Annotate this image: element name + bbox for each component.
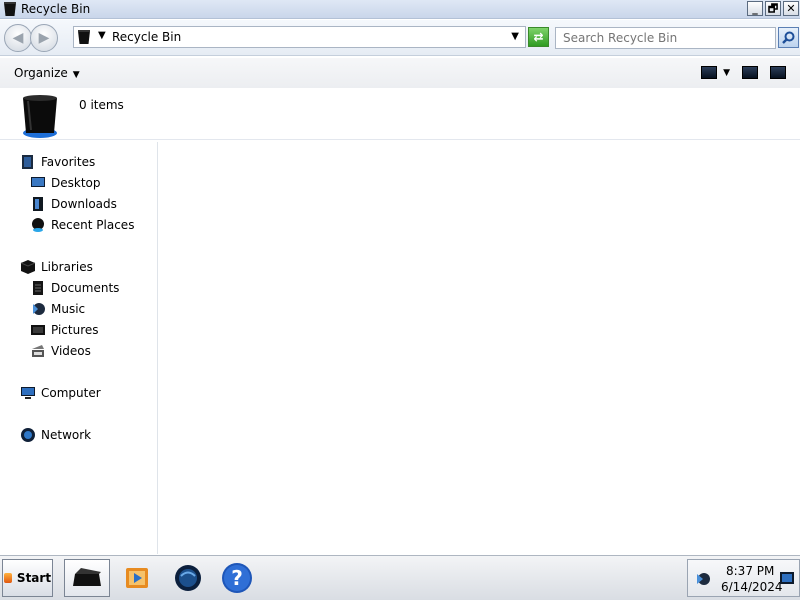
computer-icon: [21, 387, 35, 399]
nav-label: Music: [51, 302, 86, 316]
globe-icon: [175, 565, 201, 591]
view-controls: ▼: [701, 66, 786, 79]
breadcrumb-location[interactable]: Recycle Bin: [112, 30, 181, 44]
nav-item-computer[interactable]: Computer: [20, 383, 101, 403]
item-count: 0 items: [79, 98, 124, 112]
desktop-icon: [31, 177, 45, 187]
window-controls: _ 🗗 ✕: [747, 1, 799, 16]
recent-places-icon: [32, 218, 44, 232]
documents-icon: [33, 281, 43, 295]
minimize-button[interactable]: _: [747, 1, 763, 16]
magnifier-icon: [782, 31, 795, 44]
organize-caret-icon: ▼: [72, 70, 80, 80]
change-view-icon[interactable]: [701, 66, 718, 79]
downloads-icon: [33, 197, 43, 211]
start-button[interactable]: Start: [2, 559, 53, 597]
preview-pane-icon[interactable]: [742, 66, 758, 79]
close-button[interactable]: ✕: [783, 1, 799, 16]
clock-date[interactable]: 6/14/2024: [721, 580, 783, 594]
videos-icon: [32, 345, 44, 357]
nav-label: Network: [41, 428, 92, 442]
command-bar: Organize ▼ ▼: [0, 58, 800, 88]
svg-text:?: ?: [231, 566, 243, 590]
forward-button[interactable]: ▶: [30, 24, 58, 52]
nav-item-libraries[interactable]: Libraries: [20, 257, 93, 277]
address-bar[interactable]: ▼ Recycle Bin ▼: [73, 26, 526, 48]
nav-item-network[interactable]: Network: [20, 425, 91, 445]
address-dropdown-icon[interactable]: ▼: [511, 31, 519, 42]
taskbar: Start ? 8:37 PM 6/14/2024: [0, 555, 800, 600]
libraries-icon: [20, 260, 36, 274]
search-box[interactable]: [555, 27, 776, 49]
maximize-button[interactable]: 🗗: [765, 1, 781, 16]
forward-arrow-icon: ▶: [38, 30, 50, 46]
view-options-caret-icon[interactable]: ▼: [723, 68, 730, 78]
nav-item-favorites[interactable]: Favorites: [20, 152, 95, 172]
nav-label: Favorites: [41, 155, 96, 169]
recycle-bin-icon: [4, 2, 16, 16]
volume-icon[interactable]: [695, 571, 711, 587]
search-input[interactable]: [556, 28, 775, 48]
nav-label: Computer: [41, 386, 101, 400]
recycle-bin-icon: [73, 568, 101, 586]
taskbar-help-button[interactable]: ?: [214, 559, 260, 597]
taskbar-explorer-button[interactable]: [64, 559, 110, 597]
taskbar-browser-button[interactable]: [165, 559, 211, 597]
nav-label: Recent Places: [51, 218, 135, 232]
nav-label: Videos: [51, 344, 91, 358]
nav-item-recent-places[interactable]: Recent Places: [30, 215, 134, 235]
nav-label: Documents: [51, 281, 120, 295]
clock-time[interactable]: 8:37 PM: [726, 564, 774, 578]
organize-menu[interactable]: Organize ▼: [14, 66, 80, 80]
nav-label: Libraries: [41, 260, 93, 274]
music-icon: [33, 303, 45, 315]
refresh-button[interactable]: ⇄: [528, 27, 549, 47]
details-header: 0 items: [0, 88, 800, 140]
nav-label: Pictures: [51, 323, 99, 337]
show-desktop-icon[interactable]: [780, 572, 794, 584]
nav-item-music[interactable]: Music: [30, 299, 85, 319]
help-icon: ?: [222, 563, 252, 593]
back-arrow-icon: ◀: [12, 30, 24, 46]
recycle-bin-large-icon: [23, 95, 57, 138]
back-button[interactable]: ◀: [4, 24, 32, 52]
start-flag-icon: [3, 573, 12, 583]
nav-item-pictures[interactable]: Pictures: [30, 320, 99, 340]
search-button[interactable]: [778, 27, 799, 48]
favorites-icon: [22, 155, 33, 169]
nav-item-videos[interactable]: Videos: [30, 341, 91, 361]
start-label: Start: [16, 571, 52, 585]
nav-label: Downloads: [51, 197, 117, 211]
network-icon: [21, 428, 35, 442]
window-title: Recycle Bin: [21, 2, 91, 16]
nav-item-desktop[interactable]: Desktop: [30, 173, 101, 193]
help-pane-icon[interactable]: [770, 66, 786, 79]
breadcrumb-chevron-icon[interactable]: ▼: [98, 30, 106, 41]
nav-item-downloads[interactable]: Downloads: [30, 194, 117, 214]
media-player-icon: [126, 568, 148, 588]
recycle-bin-icon: [78, 30, 90, 44]
taskbar-media-player-button[interactable]: [114, 559, 160, 597]
system-tray: 8:37 PM 6/14/2024: [687, 559, 800, 597]
nav-item-documents[interactable]: Documents: [30, 278, 119, 298]
organize-label: Organize: [14, 66, 68, 80]
address-row: ◀ ▶ ▼ Recycle Bin ▼ ⇄: [0, 20, 800, 56]
refresh-icon: ⇄: [533, 30, 544, 44]
title-bar: Recycle Bin _ 🗗 ✕: [0, 0, 800, 19]
file-list-area[interactable]: [160, 142, 800, 554]
nav-label: Desktop: [51, 176, 101, 190]
pictures-icon: [31, 325, 45, 335]
